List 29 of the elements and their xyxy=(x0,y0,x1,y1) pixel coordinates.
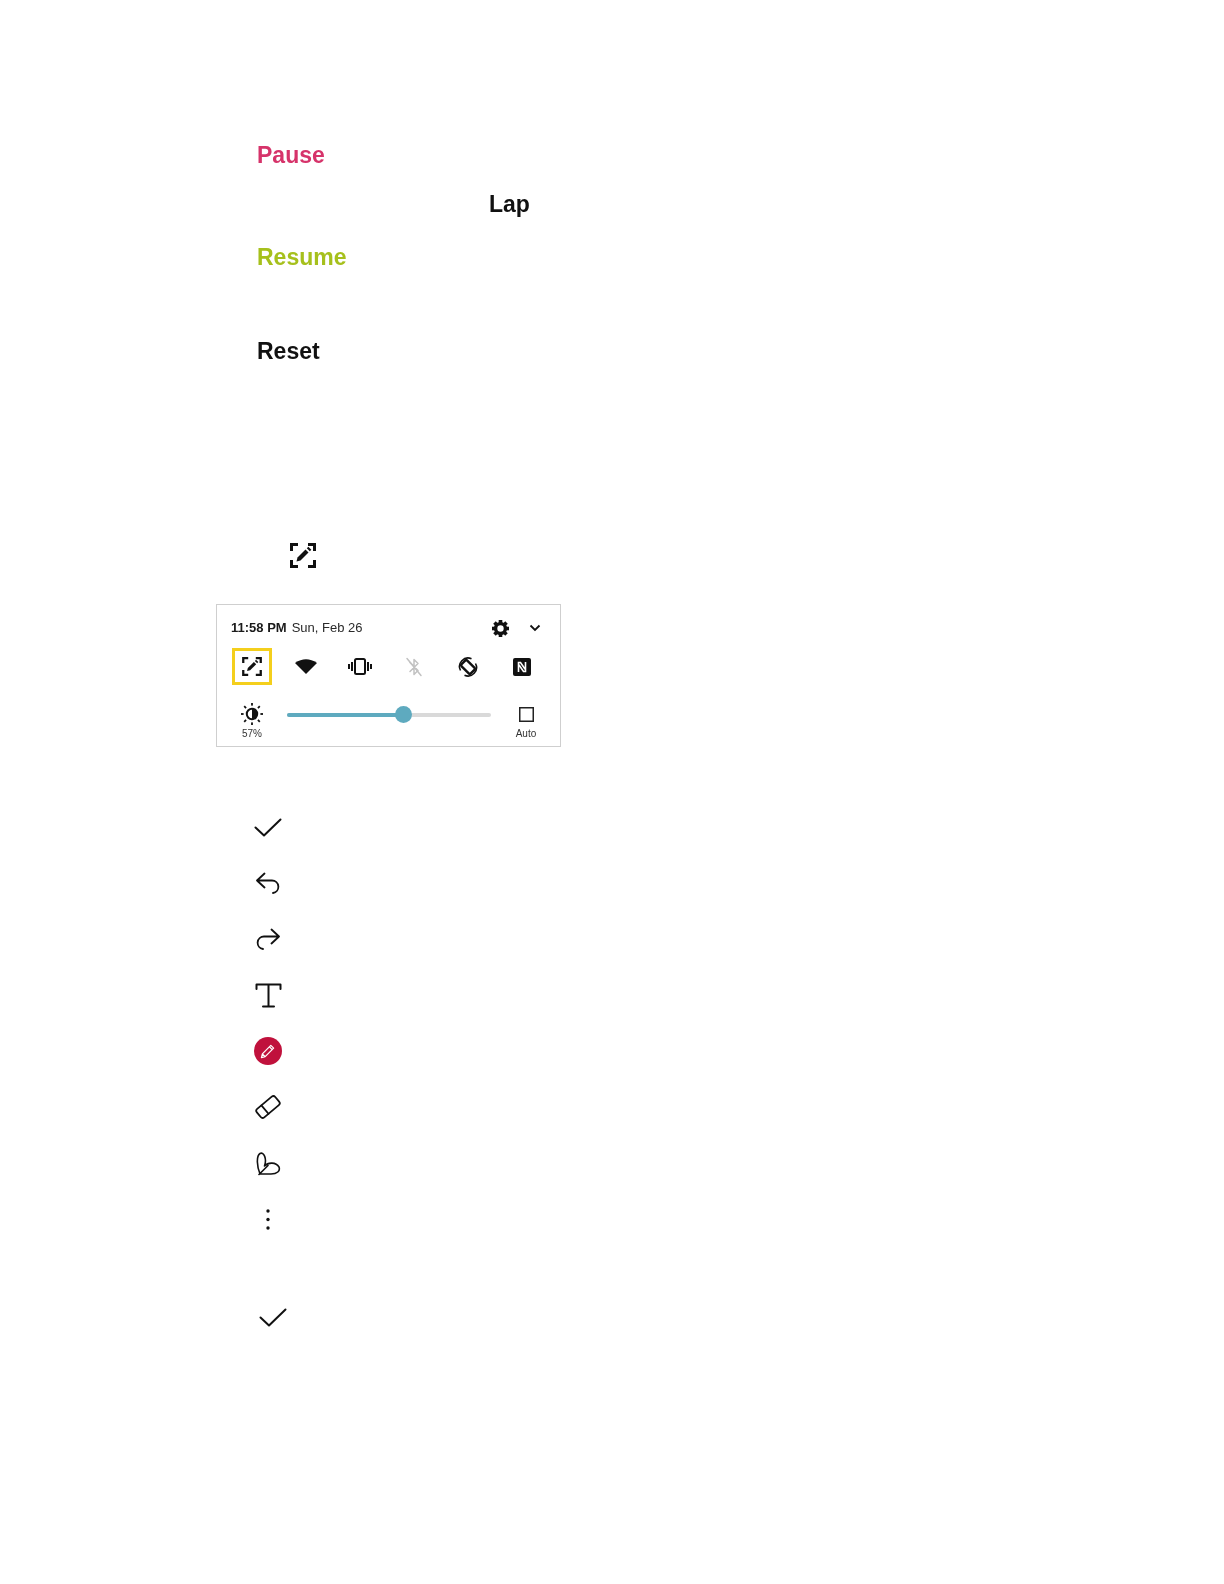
wifi-icon[interactable] xyxy=(295,659,317,674)
action-label: Reset xyxy=(257,337,320,365)
chevron-down-icon[interactable] xyxy=(529,624,541,632)
check-icon[interactable] xyxy=(259,1307,287,1327)
text-tool-icon[interactable] xyxy=(254,982,282,1008)
brightness-reading: 57% xyxy=(242,728,262,740)
signature-icon[interactable] xyxy=(255,1150,281,1176)
pencil-icon[interactable] xyxy=(254,1037,282,1065)
date-label: Sun, Feb 26 xyxy=(291,619,363,637)
vibrate-icon[interactable] xyxy=(348,658,372,675)
quick-tile[interactable] xyxy=(232,648,272,685)
more-options-icon[interactable] xyxy=(266,1208,270,1230)
auto-checkbox[interactable] xyxy=(518,707,534,722)
settings-icon[interactable] xyxy=(492,619,509,637)
slider-thumb[interactable] xyxy=(394,706,412,723)
pencil-frame-icon xyxy=(290,543,316,568)
undo-icon[interactable] xyxy=(255,872,281,894)
action-label: Lap xyxy=(489,190,530,218)
brightness-icon xyxy=(241,703,263,725)
rotation-icon[interactable] xyxy=(458,656,478,677)
action-label: Pause xyxy=(257,141,325,169)
brightness-slider[interactable] xyxy=(287,706,491,723)
action-label: Resume xyxy=(257,243,347,271)
checkbox-label: Auto xyxy=(515,728,537,740)
clock-time: 11:58 PM xyxy=(231,619,287,637)
check-icon[interactable] xyxy=(254,817,282,837)
eraser-icon[interactable] xyxy=(254,1094,282,1120)
nfc-icon[interactable] xyxy=(513,657,531,676)
redo-icon[interactable] xyxy=(255,928,281,950)
